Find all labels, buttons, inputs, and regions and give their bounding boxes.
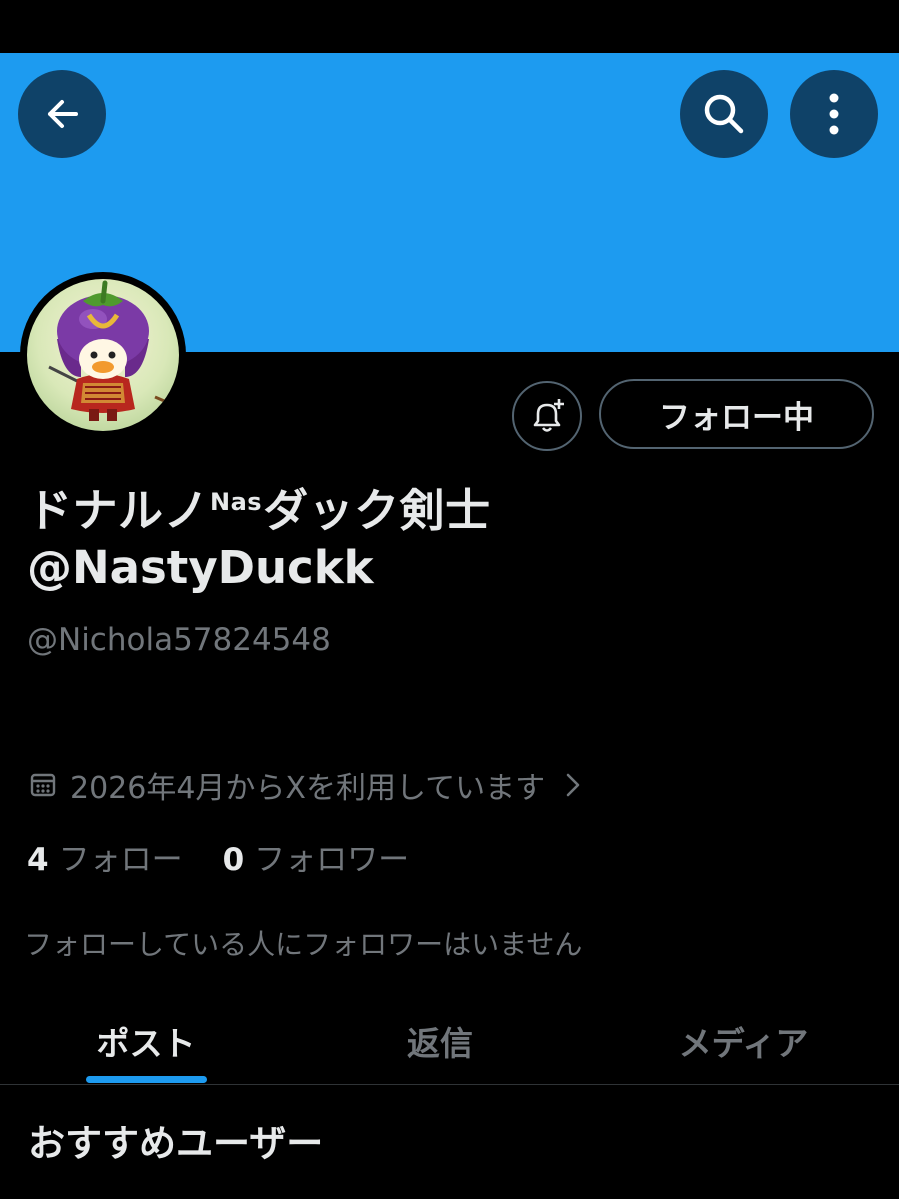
following-button[interactable]: フォロー中 (599, 379, 874, 449)
eggplant-duck-samurai-avatar (27, 279, 179, 431)
status-bar (0, 0, 899, 53)
arrow-left-icon (48, 100, 78, 128)
display-name-part2: ダック剣士 (263, 484, 491, 537)
joined-text: 2026年4月からXを利用しています (70, 771, 546, 806)
display-name-line2: @NastyDuckk (27, 541, 374, 594)
active-tab-indicator (86, 1076, 207, 1083)
tab-posts[interactable]: ポスト (0, 1000, 292, 1082)
calendar-icon (30, 773, 56, 797)
chevron-right-icon (566, 773, 580, 797)
display-name-superscript: Nas (210, 488, 263, 516)
tab-media[interactable]: メディア (588, 1000, 899, 1082)
followers-number: 0 (222, 842, 245, 878)
search-icon (704, 94, 744, 134)
tab-replies[interactable]: 返信 (292, 1000, 588, 1082)
following-count[interactable]: 4 フォロー (27, 834, 183, 879)
tabs-divider (0, 1084, 899, 1085)
joined-date[interactable]: 2026年4月からXを利用しています (30, 763, 581, 807)
more-options-button[interactable] (790, 70, 878, 158)
recommended-users-title: おすすめユーザー (28, 1122, 324, 1165)
avatar[interactable] (20, 272, 186, 438)
user-handle: @Nichola57824548 (27, 622, 331, 658)
search-button[interactable] (680, 70, 768, 158)
following-label: フォロー (58, 842, 183, 878)
follow-counts: 4 フォロー 0 フォロワー (27, 834, 409, 879)
bell-plus-icon (533, 399, 564, 432)
more-vertical-icon (829, 93, 839, 135)
mutual-followers-text: フォローしている人にフォロワーはいません (24, 928, 583, 961)
back-button[interactable] (18, 70, 106, 158)
followers-count[interactable]: 0 フォロワー (223, 834, 410, 879)
display-name-part1: ドナルノ (27, 484, 210, 537)
profile-tabs: ポスト 返信 メディア (0, 1000, 899, 1084)
display-name: ドナルノNasダック剣士 (27, 474, 491, 539)
followers-label: フォロワー (254, 842, 410, 878)
following-number: 4 (27, 842, 49, 878)
notification-button[interactable] (512, 381, 582, 451)
